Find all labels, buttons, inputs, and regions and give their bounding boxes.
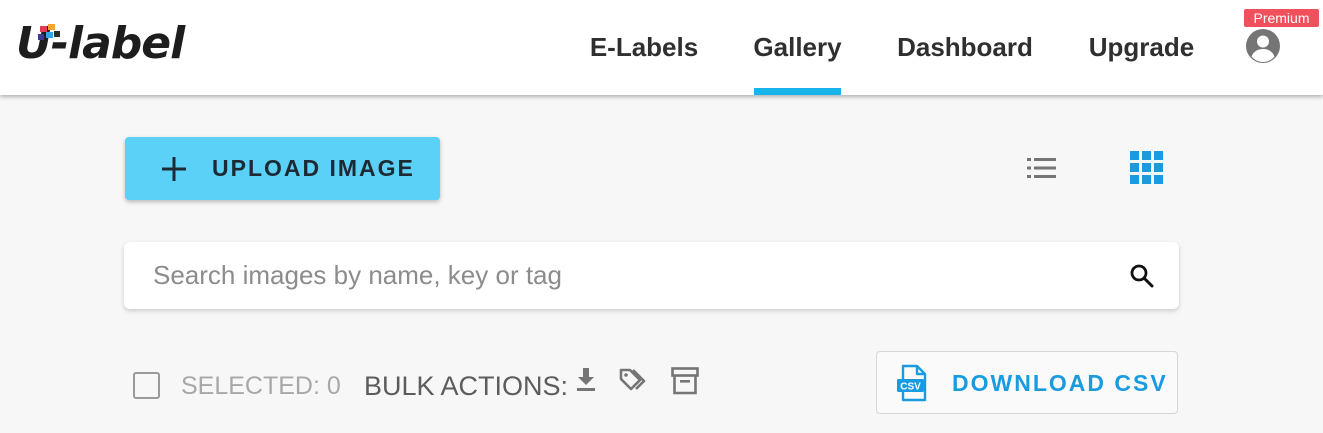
grid-view-icon[interactable]: [1128, 150, 1166, 186]
search-bar: [124, 242, 1179, 309]
nav-label: E-Labels: [589, 32, 699, 62]
upload-button-label: UPLOAD IMAGE: [212, 155, 415, 181]
active-tab-indicator: [754, 88, 841, 95]
account-circle-icon[interactable]: [1245, 28, 1281, 64]
download-icon[interactable]: [574, 366, 598, 394]
search-input[interactable]: [124, 242, 1114, 309]
list-view-icon[interactable]: [1025, 152, 1059, 184]
nav-item-upgrade[interactable]: Upgrade: [1084, 0, 1199, 95]
nav-label: Upgrade: [1088, 32, 1195, 62]
download-csv-button[interactable]: CSV DOWNLOAD CSV: [876, 351, 1178, 414]
nav-item-gallery[interactable]: Gallery: [751, 0, 844, 95]
csv-file-icon: CSV: [897, 364, 927, 402]
tags-icon[interactable]: [618, 366, 650, 394]
colored-squares-logo-icon: [38, 24, 60, 40]
search-icon[interactable]: [1128, 262, 1156, 290]
nav-item-dashboard[interactable]: Dashboard: [893, 0, 1037, 95]
plus-icon: [162, 157, 186, 181]
selected-count: SELECTED: 0: [181, 372, 341, 400]
select-all-checkbox[interactable]: [133, 372, 160, 399]
nav-label: Dashboard: [897, 32, 1033, 62]
csv-icon-text: CSV: [900, 382, 921, 393]
top-app-bar: U-label E-Labels Gallery Dashboard Upgra…: [0, 0, 1323, 95]
premium-badge: Premium: [1244, 9, 1319, 27]
brand-logo[interactable]: U-label: [16, 16, 185, 72]
download-csv-label: DOWNLOAD CSV: [952, 370, 1168, 396]
bulk-actions-label: BULK ACTIONS:: [364, 371, 569, 401]
archive-icon[interactable]: [670, 366, 700, 396]
nav-item-e-labels[interactable]: E-Labels: [585, 0, 703, 95]
upload-image-button[interactable]: UPLOAD IMAGE: [125, 137, 440, 200]
nav-label: Gallery: [753, 32, 842, 62]
